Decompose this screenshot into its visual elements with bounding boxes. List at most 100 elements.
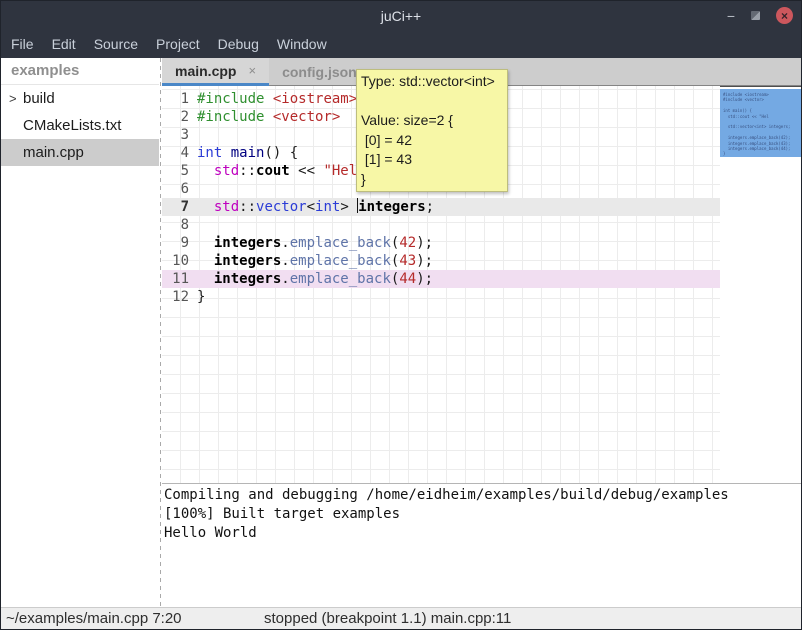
code-line-7[interactable]: 7 std::vector<int> integers; xyxy=(162,198,720,216)
statusbar: ~/examples/main.cpp 7:20 stopped (breakp… xyxy=(1,607,801,629)
menu-item-source[interactable]: Source xyxy=(94,36,138,52)
token xyxy=(197,271,214,287)
token: ); xyxy=(416,271,433,287)
titlebar: juCi++ − × xyxy=(1,1,801,30)
code-text: int main() { xyxy=(197,144,298,162)
code-text: #include <vector> xyxy=(197,108,340,126)
token: #include xyxy=(197,109,264,125)
menu-item-window[interactable]: Window xyxy=(277,36,327,52)
debug-console[interactable]: Compiling and debugging /home/eidheim/ex… xyxy=(162,483,801,607)
code-text: std::cout << "Hel xyxy=(197,162,357,180)
tooltip-line: } xyxy=(361,170,503,190)
code-text: integers.emplace_back(44); xyxy=(197,270,433,288)
token: std xyxy=(214,163,239,179)
line-number: 8 xyxy=(162,216,189,234)
code-text: std::vector<int> integers; xyxy=(197,198,434,216)
menubar: File Edit Source Project Debug Window xyxy=(1,30,801,58)
token: integers xyxy=(358,199,425,215)
tooltip-line: [1] = 43 xyxy=(361,150,503,170)
menu-item-project[interactable]: Project xyxy=(156,36,200,52)
line-number: 2 xyxy=(162,108,189,126)
line-number: 9 xyxy=(162,234,189,252)
minimap[interactable]: #include <iostream>#include <vector> int… xyxy=(720,86,801,483)
restore-icon[interactable] xyxy=(751,11,760,20)
code-line-8[interactable]: 8 xyxy=(162,216,720,234)
line-number: 10 xyxy=(162,252,189,270)
token: . xyxy=(281,235,289,251)
juci-window: juCi++ − × File Edit Source Project Debug Win… xyxy=(0,0,802,630)
token: "Hel xyxy=(323,163,357,179)
line-number: 1 xyxy=(162,90,189,108)
tab-config-json[interactable]: config.json xyxy=(269,58,370,86)
tab-main-cpp[interactable]: main.cpp× xyxy=(162,58,269,86)
minimize-button[interactable]: − xyxy=(727,11,735,21)
close-button[interactable]: × xyxy=(776,7,793,24)
token: ); xyxy=(416,253,433,269)
token xyxy=(264,91,272,107)
sidebar-divider[interactable] xyxy=(160,58,161,607)
code-line-11[interactable]: 11 integers.emplace_back(44); xyxy=(162,270,720,288)
tab-label: config.json xyxy=(282,64,357,80)
token: > xyxy=(340,199,357,215)
tooltip-line: [0] = 42 xyxy=(361,131,503,151)
code-line-12[interactable]: 12} xyxy=(162,288,720,306)
token: 44 xyxy=(399,271,416,287)
token: :: xyxy=(239,199,256,215)
status-location: ~/examples/main.cpp 7:20 xyxy=(6,610,182,627)
token: emplace_back xyxy=(290,271,391,287)
line-number: 4 xyxy=(162,144,189,162)
tooltip-line: Type: std::vector<int> xyxy=(361,72,503,92)
token: 42 xyxy=(399,235,416,251)
line-number: 3 xyxy=(162,126,189,144)
token: #include xyxy=(197,91,264,107)
token: vector xyxy=(256,199,307,215)
token: } xyxy=(197,289,205,305)
token: integers xyxy=(214,253,281,269)
token: integers xyxy=(214,235,281,251)
debug-tooltip: Type: std::vector<int> Value: size=2 { [… xyxy=(356,69,508,192)
minimap-viewport[interactable]: #include <iostream>#include <vector> int… xyxy=(720,89,801,157)
code-line-9[interactable]: 9 integers.emplace_back(42); xyxy=(162,234,720,252)
window-title: juCi++ xyxy=(381,8,421,24)
token xyxy=(197,199,214,215)
token: std xyxy=(214,199,239,215)
window-controls: − × xyxy=(727,1,793,30)
sidebar-item-cmakelists-txt[interactable]: CMakeLists.txt xyxy=(1,112,159,139)
token: int xyxy=(315,199,340,215)
line-number: 11 xyxy=(162,270,189,288)
console-line: [100%] Built target examples xyxy=(164,505,801,524)
menu-item-file[interactable]: File xyxy=(11,36,34,52)
token: . xyxy=(281,253,289,269)
token: main xyxy=(231,145,265,161)
expander-icon[interactable]: > xyxy=(9,85,17,112)
minimap-line: } xyxy=(723,151,801,156)
token: <iostream> xyxy=(273,91,357,107)
token: ; xyxy=(426,199,434,215)
tab-close-icon[interactable]: × xyxy=(248,63,256,78)
tooltip-line: Value: size=2 { xyxy=(361,111,503,131)
token xyxy=(197,235,214,251)
sidebar-item-label: CMakeLists.txt xyxy=(1,117,121,134)
file-tree: >build CMakeLists.txt main.cpp xyxy=(1,85,159,166)
token: () { xyxy=(264,145,298,161)
sidebar-item-main-cpp[interactable]: main.cpp xyxy=(1,139,159,166)
token: 43 xyxy=(399,253,416,269)
sidebar-item-label: main.cpp xyxy=(1,144,84,161)
line-number: 12 xyxy=(162,288,189,306)
line-number: 5 xyxy=(162,162,189,180)
token: << xyxy=(290,163,324,179)
menu-item-debug[interactable]: Debug xyxy=(218,36,259,52)
file-tree-sidebar: examples >buildCMakeLists.txtmain.cpp xyxy=(1,58,159,607)
token xyxy=(197,163,214,179)
code-text: integers.emplace_back(43); xyxy=(197,252,433,270)
token: emplace_back xyxy=(290,235,391,251)
token: ); xyxy=(416,235,433,251)
code-text: #include <iostream> xyxy=(197,90,357,108)
sidebar-item-build[interactable]: >build xyxy=(1,85,159,112)
code-line-10[interactable]: 10 integers.emplace_back(43); xyxy=(162,252,720,270)
menu-item-edit[interactable]: Edit xyxy=(52,36,76,52)
token: integers xyxy=(214,271,281,287)
token: int xyxy=(197,145,222,161)
token xyxy=(264,109,272,125)
token: cout xyxy=(256,163,290,179)
